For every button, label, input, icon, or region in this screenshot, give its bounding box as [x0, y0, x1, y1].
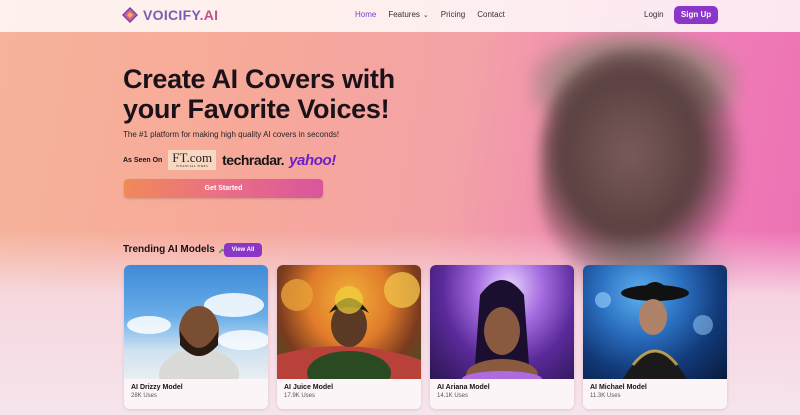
nav-home[interactable]: Home — [355, 10, 376, 19]
ft-logo: FT.com FINANCIAL TIMES — [168, 150, 217, 170]
get-started-button[interactable]: Get Started — [124, 179, 323, 198]
trending-title: Trending AI Models — [123, 244, 229, 255]
hero-subtitle: The #1 platform for making high quality … — [123, 130, 340, 139]
model-name: AI Drizzy Model — [131, 384, 183, 391]
nav-links: Home Features ⌄ Pricing Contact — [355, 10, 505, 19]
as-seen-on-row: As Seen On FT.com FINANCIAL TIMES techra… — [123, 150, 336, 170]
model-card[interactable]: AI Ariana Model 14.1K Uses — [430, 265, 574, 409]
chevron-down-icon: ⌄ — [422, 12, 429, 19]
brand-name: VOICIFY.AI — [143, 7, 219, 23]
model-name: AI Ariana Model — [437, 384, 490, 391]
model-uses: 28K Uses — [131, 393, 158, 399]
view-all-button[interactable]: View All — [224, 243, 262, 257]
model-name: AI Juice Model — [284, 384, 334, 391]
login-link[interactable]: Login — [644, 10, 664, 19]
yahoo-logo: yahoo! — [289, 151, 336, 169]
model-image — [277, 265, 421, 379]
model-cards: AI Drizzy Model 28K Uses AI Juice Model … — [124, 265, 727, 409]
top-navbar: VOICIFY.AI Home Features ⌄ Pricing Contac… — [0, 0, 800, 32]
nav-contact[interactable]: Contact — [477, 10, 505, 19]
signup-button[interactable]: Sign Up — [674, 6, 718, 24]
logo-icon — [121, 6, 139, 24]
model-image — [583, 265, 727, 379]
model-image — [430, 265, 574, 379]
model-uses: 17.9K Uses — [284, 393, 316, 399]
model-card[interactable]: AI Michael Model 11.3K Uses — [583, 265, 727, 409]
techradar-logo: techradar. — [222, 152, 285, 168]
nav-pricing[interactable]: Pricing — [441, 10, 465, 19]
as-seen-on-label: As Seen On — [123, 156, 163, 164]
nav-features[interactable]: Features ⌄ — [388, 10, 428, 19]
hero-title: Create AI Covers with your Favorite Voic… — [123, 64, 395, 124]
model-card[interactable]: AI Juice Model 17.9K Uses — [277, 265, 421, 409]
model-uses: 14.1K Uses — [437, 393, 469, 399]
brand-logo[interactable]: VOICIFY.AI — [121, 6, 218, 24]
model-name: AI Michael Model — [590, 384, 647, 391]
model-card[interactable]: AI Drizzy Model 28K Uses — [124, 265, 268, 409]
model-image — [124, 265, 268, 379]
model-uses: 11.3K Uses — [590, 393, 621, 399]
